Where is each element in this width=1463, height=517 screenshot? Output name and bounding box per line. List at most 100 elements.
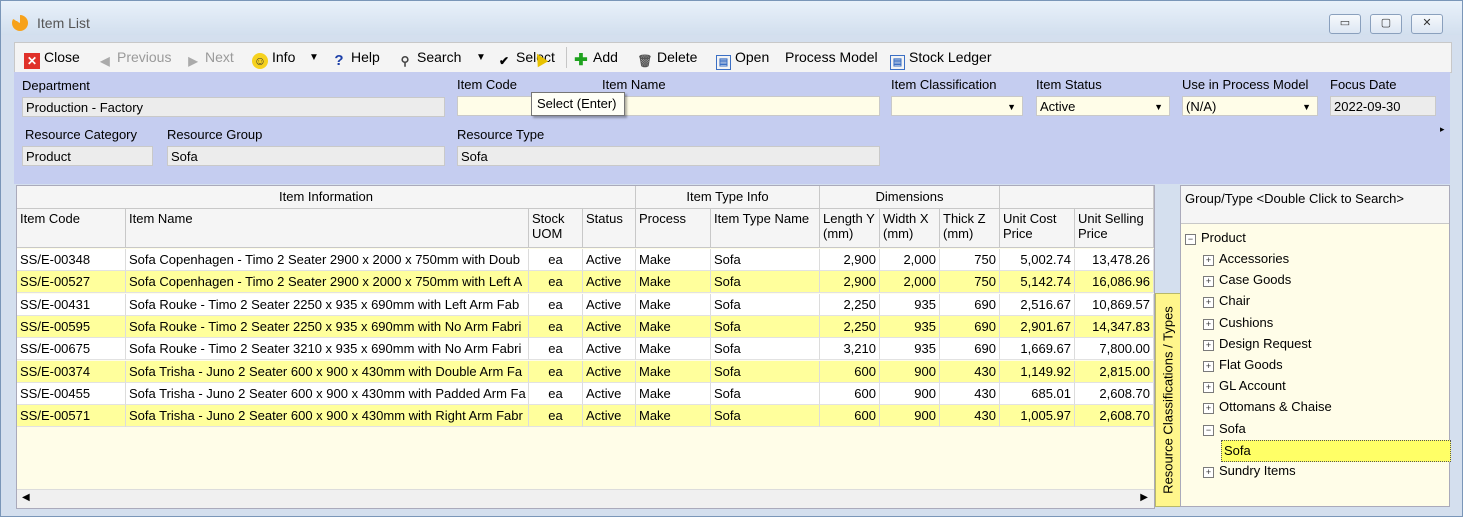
table-row[interactable]: SS/E-00455 Sofa Trisha - Juno 2 Seater 60…: [17, 382, 1154, 405]
previous-button[interactable]: ◀ Previous: [97, 43, 171, 72]
tree-node[interactable]: + Accessories: [1203, 249, 1289, 269]
cell-uom: ea: [529, 382, 583, 405]
next-button[interactable]: ▶ Next: [185, 43, 233, 72]
expand-icon[interactable]: +: [1203, 467, 1214, 478]
title-bar: Item List ▭ ▢ ✕: [1, 1, 1462, 35]
add-button[interactable]: ✚ Add: [573, 43, 618, 72]
column-header-item-name[interactable]: Item Name: [126, 209, 529, 248]
delete-button[interactable]: 🗑 Delete: [637, 43, 697, 72]
tree-node[interactable]: + Design Request: [1203, 334, 1312, 354]
item-code-label: Item Code: [457, 77, 517, 92]
use-in-process-dropdown[interactable]: (N/A) ▼: [1182, 96, 1318, 116]
resource-classifications-tab[interactable]: Resource Classifications / Types: [1155, 293, 1181, 507]
column-header-thick[interactable]: Thick Z (mm): [940, 209, 1000, 248]
scroll-right-icon[interactable]: ▶: [1140, 492, 1148, 503]
expand-icon[interactable]: +: [1203, 276, 1214, 288]
expand-icon[interactable]: +: [1203, 361, 1214, 372]
column-header-status[interactable]: Status: [583, 209, 636, 248]
trash-icon: 🗑: [637, 54, 653, 68]
item-status-dropdown[interactable]: Active ▼: [1036, 96, 1170, 116]
resource-type-field[interactable]: Sofa: [457, 146, 880, 166]
cell-sell: 10,869.57: [1075, 293, 1154, 316]
info-button[interactable]: ☺ Info: [252, 43, 295, 72]
tree-node-label: Sofa: [1224, 442, 1251, 458]
collapse-icon[interactable]: −: [1203, 424, 1214, 436]
cell-code: SS/E-00348: [17, 249, 126, 271]
tree-node-label: Ottomans & Chaise: [1219, 399, 1332, 415]
resource-category-label: Resource Category: [25, 127, 137, 142]
expand-icon[interactable]: +: [1203, 382, 1214, 394]
tree-node-root[interactable]: − Product: [1185, 228, 1246, 248]
expand-icon[interactable]: +: [1203, 297, 1214, 309]
cell-name: Sofa Rouke - Timo 2 Seater 2250 x 935 x …: [126, 293, 529, 316]
resource-category-field[interactable]: Product: [22, 146, 153, 166]
chevron-down-icon: ▼: [309, 52, 319, 63]
tree-header[interactable]: Group/Type <Double Click to Search>: [1181, 186, 1449, 224]
item-name-input[interactable]: [602, 96, 880, 116]
horizontal-scrollbar[interactable]: ◀ ▶: [17, 489, 1154, 508]
column-header-stock-uom[interactable]: Stock UOM: [529, 209, 583, 248]
cell-width: 935: [880, 315, 940, 338]
column-header-process[interactable]: Process: [636, 209, 711, 248]
tree-node[interactable]: + Flat Goods: [1203, 355, 1283, 375]
process-model-button[interactable]: Process Model: [785, 43, 878, 72]
tree-node-label: Chair: [1219, 293, 1251, 309]
plus-icon: ✚: [574, 52, 588, 69]
tree-node[interactable]: − Sofa: [1203, 419, 1246, 439]
cell-process: Make: [636, 360, 711, 383]
app-logo-icon: [12, 15, 28, 31]
column-header-length[interactable]: Length Y (mm): [820, 209, 880, 248]
item-code-input[interactable]: [457, 96, 532, 116]
close-window-button[interactable]: ✕: [1411, 14, 1443, 34]
tree-node[interactable]: + GL Account: [1203, 376, 1286, 396]
scroll-left-icon[interactable]: ◀: [22, 492, 30, 503]
table-row[interactable]: SS/E-00374 Sofa Trisha - Juno 2 Seater 60…: [17, 360, 1154, 383]
column-header-unit-cost[interactable]: Unit Cost Price: [1000, 209, 1075, 248]
focus-date-field[interactable]: 2022-09-30: [1330, 96, 1436, 116]
cell-name: Sofa Trisha - Juno 2 Seater 600 x 900 x …: [126, 382, 529, 405]
cell-sell: 14,347.83: [1075, 315, 1154, 338]
expand-icon[interactable]: +: [1203, 339, 1214, 351]
minimize-button[interactable]: ▭: [1329, 14, 1361, 34]
search-button[interactable]: ⚲ Search: [397, 43, 462, 72]
table-row[interactable]: SS/E-00571 Sofa Trisha - Juno 2 Seater 60…: [17, 405, 1154, 428]
expand-icon[interactable]: +: [1203, 255, 1214, 266]
collapse-icon[interactable]: −: [1185, 234, 1196, 245]
cell-status: Active: [583, 382, 636, 405]
cell-cost: 2,516.67: [1000, 293, 1075, 316]
help-button[interactable]: ? Help: [331, 43, 379, 72]
column-header-item-type-name[interactable]: Item Type Name: [711, 209, 820, 248]
column-header-unit-selling[interactable]: Unit Selling Price: [1075, 209, 1154, 248]
cell-length: 600: [820, 382, 880, 405]
tree-node[interactable]: + Ottomans & Chaise: [1203, 397, 1332, 417]
tree-node[interactable]: + Case Goods: [1203, 270, 1291, 290]
department-field[interactable]: Production - Factory: [22, 97, 445, 117]
expand-icon[interactable]: +: [1203, 403, 1214, 415]
info-dropdown-button[interactable]: ▼: [309, 43, 319, 72]
table-row[interactable]: SS/E-00675 Sofa Rouke - Timo 2 Seater 321…: [17, 338, 1154, 361]
stock-ledger-button[interactable]: ▤ Stock Ledger: [890, 43, 992, 72]
cell-uom: ea: [529, 360, 583, 383]
open-button[interactable]: ▤ Open: [716, 43, 769, 72]
expand-icon[interactable]: +: [1203, 318, 1214, 330]
column-header-width[interactable]: Width X (mm): [880, 209, 940, 248]
cell-name: Sofa Trisha - Juno 2 Seater 600 x 900 x …: [126, 405, 529, 428]
table-row[interactable]: SS/E-00595 Sofa Rouke - Timo 2 Seater 225…: [17, 315, 1154, 338]
search-dropdown-button[interactable]: ▼: [476, 43, 486, 72]
item-classification-dropdown[interactable]: ▼: [891, 96, 1023, 116]
table-row[interactable]: SS/E-00431 Sofa Rouke - Timo 2 Seater 225…: [17, 293, 1154, 316]
cell-type: Sofa: [711, 315, 820, 338]
column-header-item-code[interactable]: Item Code: [17, 209, 126, 248]
expand-arrow-icon[interactable]: ▸: [1440, 124, 1445, 135]
table-row[interactable]: SS/E-00348 Sofa Copenhagen - Timo 2 Seate…: [17, 249, 1154, 271]
tree-leaf-selected[interactable]: Sofa: [1221, 439, 1451, 462]
maximize-button[interactable]: ▢: [1370, 14, 1402, 34]
tree-node[interactable]: + Sundry Items: [1203, 461, 1296, 481]
table-row[interactable]: SS/E-00527 Sofa Copenhagen - Timo 2 Seate…: [17, 271, 1154, 294]
close-button[interactable]: ✕ Close: [24, 43, 80, 72]
tree-node[interactable]: + Cushions: [1203, 313, 1273, 333]
resource-group-field[interactable]: Sofa: [167, 146, 445, 166]
select-tooltip: Select (Enter): [531, 92, 625, 116]
cell-thick: 750: [940, 271, 1000, 294]
tree-node[interactable]: + Chair: [1203, 291, 1250, 311]
